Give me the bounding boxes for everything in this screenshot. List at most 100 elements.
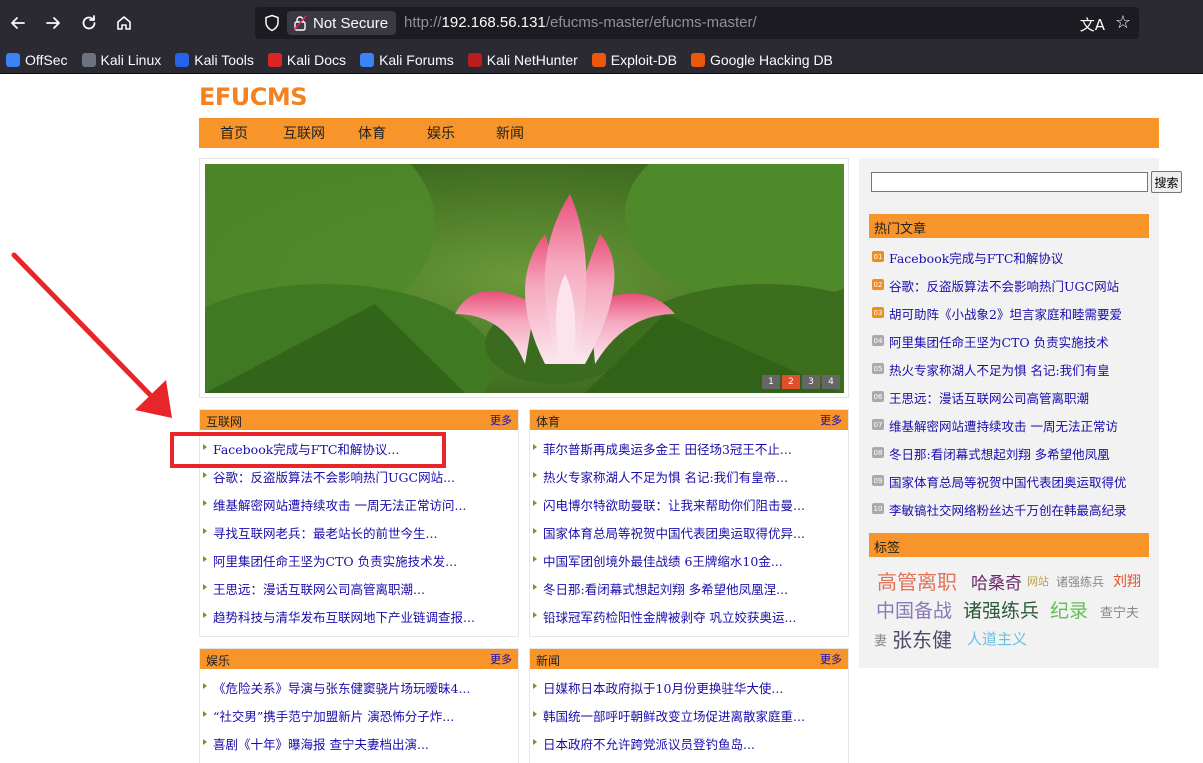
more-link[interactable]: 更多 [490,412,512,428]
bookmark-item[interactable]: Kali Docs [267,52,346,68]
article-link[interactable]: “社交男”携手范宁加盟新片 演恐怖分子炸... [203,706,518,734]
article-link[interactable]: 日本政府不允许跨党派议员登钓鱼岛... [533,734,848,762]
bookmark-item[interactable]: Exploit-DB [591,52,677,68]
bookmark-item[interactable]: Kali Linux [81,52,161,68]
nav-news[interactable]: 新闻 [496,123,524,143]
article-title: 闪电博尔特欲助曼联：让我来帮助你们阻击曼... [543,498,805,513]
hot-articles-title: 热门文章 [874,222,927,237]
article-link[interactable]: 阿里集团任命王坚为CTO 负责实施技术发... [203,551,518,579]
tag-link[interactable]: 刘翔 [1113,571,1141,591]
hot-article-link[interactable]: 09 国家体育总局等祝贺中国代表团奥运取得优 [872,472,1127,500]
hot-article-title: 李敏镐社交网络粉丝达千万创在韩最高纪录 [889,503,1127,518]
hot-article-link[interactable]: 05 热火专家称湖人不足为惧 名记:我们有皇 [872,360,1127,388]
article-link[interactable]: 谷歌：反盗版算法不会影响热门UGC网站... [203,467,518,495]
nav-sports[interactable]: 体育 [358,123,386,143]
bookmark-favicon-icon [690,52,705,67]
tag-link[interactable]: 高管离职 [877,566,957,595]
article-link[interactable]: 热火专家称湖人不足为惧 名记:我们有皇帝... [533,467,848,495]
panel-title: 体育 [536,415,561,429]
article-link[interactable]: 维基解密网站遭持续攻击 一周无法正常访问... [203,495,518,523]
article-link[interactable]: 《危险关系》导演与张东健窦骁片场玩暧昧4... [203,678,518,706]
bookmark-item[interactable]: Kali NetHunter [467,52,578,68]
url-text[interactable]: http://192.168.56.131/efucms-master/efuc… [404,14,757,31]
tag-link[interactable]: 纪录 [1050,596,1088,623]
article-link[interactable]: 冬日那:看闭幕式想起刘翔 多希望他凤凰涅... [533,579,848,607]
translate-icon[interactable]: 文A [1080,14,1105,35]
hot-article-link[interactable]: 04 阿里集团任命王坚为CTO 负责实施技术 [872,332,1127,360]
bookmark-favicon-icon [267,52,282,67]
tag-link[interactable]: 诸强练兵 [963,596,1039,623]
article-link[interactable]: 王思远：漫话互联网公司高管离职潮... [203,579,518,607]
rank-badge: 06 [872,391,884,402]
slider-page-4[interactable]: 4 [822,375,840,389]
not-secure-badge[interactable]: Not Secure [287,11,397,35]
tag-link[interactable]: 查宁夫 [1100,602,1139,621]
article-link[interactable]: 趋势科技与清华发布互联网地下产业链调查报... [203,607,518,635]
article-link[interactable]: 菲尔普斯再成奥运多金王 田径场3冠王不止... [533,439,848,467]
hot-article-title: 冬日那:看闭幕式想起刘翔 多希望他凤凰 [889,447,1110,462]
article-link[interactable]: 铅球冠军药检阳性金牌被剥夺 巩立姣获奥运... [533,607,848,635]
hot-article-link[interactable]: 02 谷歌：反盗版算法不会影响热门UGC网站 [872,276,1127,304]
reload-icon[interactable] [74,8,104,38]
hot-article-link[interactable]: 07 维基解密网站遭持续攻击 一周无法正常访 [872,416,1127,444]
bullet-triangle-icon [533,584,537,590]
bookmark-star-icon[interactable]: ☆ [1115,12,1131,33]
tag-link[interactable]: 网站 [1027,573,1049,589]
forward-icon[interactable] [38,8,68,38]
search-button[interactable]: 搜索 [1151,171,1182,193]
tag-link[interactable]: 妻 [874,630,887,649]
panel-header: 互联网 更多 [200,410,518,430]
article-link[interactable]: 闪电博尔特欲助曼联：让我来帮助你们阻击曼... [533,495,848,523]
article-link[interactable]: 寻找互联网老兵：最老站长的前世今生... [203,523,518,551]
bookmark-favicon-icon [6,52,20,67]
search-input[interactable] [871,172,1148,192]
article-link[interactable]: 韩国统一部呼吁朝鲜改变立场促进离散家庭重... [533,706,848,734]
more-link[interactable]: 更多 [820,412,842,428]
hot-article-link[interactable]: 10 李敏镐社交网络粉丝达千万创在韩最高纪录 [872,500,1127,528]
bookmark-item[interactable]: Kali Forums [360,52,454,68]
rank-badge: 10 [872,503,884,514]
slider-page-2[interactable]: 2 [782,375,800,389]
more-link[interactable]: 更多 [490,651,512,667]
hot-article-title: 维基解密网站遭持续攻击 一周无法正常访 [889,419,1118,434]
home-icon[interactable] [109,8,139,38]
lotus-slide-image[interactable] [205,164,844,393]
article-link[interactable]: 国家体育总局等祝贺中国代表团奥运取得优异... [533,523,848,551]
hot-article-link[interactable]: 06 王思远：漫话互联网公司高管离职潮 [872,388,1127,416]
bullet-triangle-icon [533,612,537,618]
hot-article-link[interactable]: 08 冬日那:看闭幕式想起刘翔 多希望他凤凰 [872,444,1127,472]
insecure-lock-icon [293,15,307,31]
tag-link[interactable]: 人道主义 [967,628,1027,649]
panel-title: 互联网 [206,415,243,429]
hot-article-link[interactable]: 01 Facebook完成与FTC和解协议 [872,248,1127,276]
nav-internet[interactable]: 互联网 [283,123,325,143]
bullet-triangle-icon [533,683,537,689]
bookmark-label: OffSec [25,51,68,68]
article-title: 日媒称日本政府拟于10月份更换驻华大使... [543,681,784,696]
url-bar[interactable]: Not Secure http://192.168.56.131/efucms-… [255,7,1139,39]
tag-link[interactable]: 哈桑奇 [971,569,1022,594]
tag-link[interactable]: 张东健 [892,624,952,653]
back-icon[interactable] [3,8,33,38]
shield-icon[interactable] [263,14,281,32]
bookmark-item[interactable]: OffSec [6,52,68,68]
article-link[interactable]: 日媒称日本政府拟于10月份更换驻华大使... [533,678,848,706]
bookmark-item[interactable]: Google Hacking DB [690,52,833,68]
nav-entertainment[interactable]: 娱乐 [427,123,455,143]
article-link[interactable]: 喜剧《十年》曝海报 查宁夫妻档出演... [203,734,518,762]
slider-page-1[interactable]: 1 [762,375,780,389]
sidebar: 搜索 热门文章 01 Facebook完成与FTC和解协议 02 谷歌：反盗版算法不会… [859,158,1182,668]
article-list: 菲尔普斯再成奥运多金王 田径场3冠王不止... 热火专家称湖人不足为惧 名记:我们… [530,430,848,635]
article-link[interactable]: 中国军团创境外最佳战绩 6王牌缩水10金... [533,551,848,579]
bullet-triangle-icon [533,711,537,717]
nav-home[interactable]: 首页 [220,123,248,143]
tag-link[interactable]: 中国备战 [876,596,952,623]
slider-page-3[interactable]: 3 [802,375,820,389]
site-logo[interactable]: EFUCMS [199,83,308,111]
slider-pager: 1 2 3 4 [762,375,840,389]
more-link[interactable]: 更多 [820,651,842,667]
hot-article-link[interactable]: 03 胡可助阵《小战象2》坦言家庭和睦需要爱 [872,304,1127,332]
bullet-triangle-icon [203,683,207,689]
tag-link[interactable]: 诸强练兵 [1056,573,1104,590]
bookmark-item[interactable]: Kali Tools [175,52,254,68]
